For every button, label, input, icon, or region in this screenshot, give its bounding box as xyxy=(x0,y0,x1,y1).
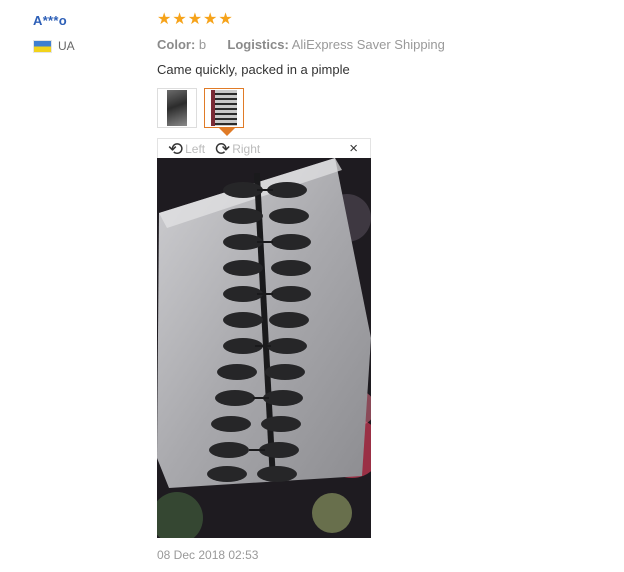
rotate-right-label: Right xyxy=(232,141,261,156)
user-country: UA xyxy=(33,39,75,53)
star-icon: ★ xyxy=(218,11,233,28)
user-name: A***o xyxy=(33,13,68,28)
rotate-left-button[interactable]: ⟲ Left xyxy=(168,140,205,158)
logistics-value: AliExpress Saver Shipping xyxy=(291,37,445,52)
country-code: UA xyxy=(58,39,75,53)
star-rating: ★ ★ ★ ★ ★ xyxy=(157,11,233,29)
photo-illustration xyxy=(157,158,371,538)
rotate-left-icon: ⟲ xyxy=(168,138,184,159)
selected-thumbnail-arrow xyxy=(219,128,235,136)
color-label: Color: xyxy=(157,37,196,52)
image-viewer-toolbar: ⟲ Left ⟳ Right × xyxy=(157,138,371,158)
star-icon: ★ xyxy=(172,11,187,28)
rotate-left-label: Left xyxy=(185,141,206,156)
review-text: Came quickly, packed in a pimple xyxy=(157,62,350,77)
review-meta: Color: b Logistics: AliExpress Saver Shi… xyxy=(157,37,445,52)
color-value: b xyxy=(198,37,207,52)
review-photo xyxy=(157,158,371,538)
star-icon: ★ xyxy=(203,11,218,28)
logistics-label: Logistics: xyxy=(227,37,289,52)
thumbnail-1[interactable] xyxy=(157,88,197,128)
thumbnail-image xyxy=(167,90,187,126)
rotate-right-button[interactable]: ⟳ Right xyxy=(215,140,260,158)
close-icon[interactable]: × xyxy=(349,140,358,157)
star-icon: ★ xyxy=(157,11,172,28)
star-icon: ★ xyxy=(187,11,203,28)
thumbnail-2-selected[interactable] xyxy=(204,88,244,128)
ukraine-flag-icon xyxy=(33,39,52,53)
thumbnail-image xyxy=(211,90,237,126)
rotate-right-icon: ⟳ xyxy=(215,138,231,159)
review-date: 08 Dec 2018 02:53 xyxy=(157,548,259,562)
